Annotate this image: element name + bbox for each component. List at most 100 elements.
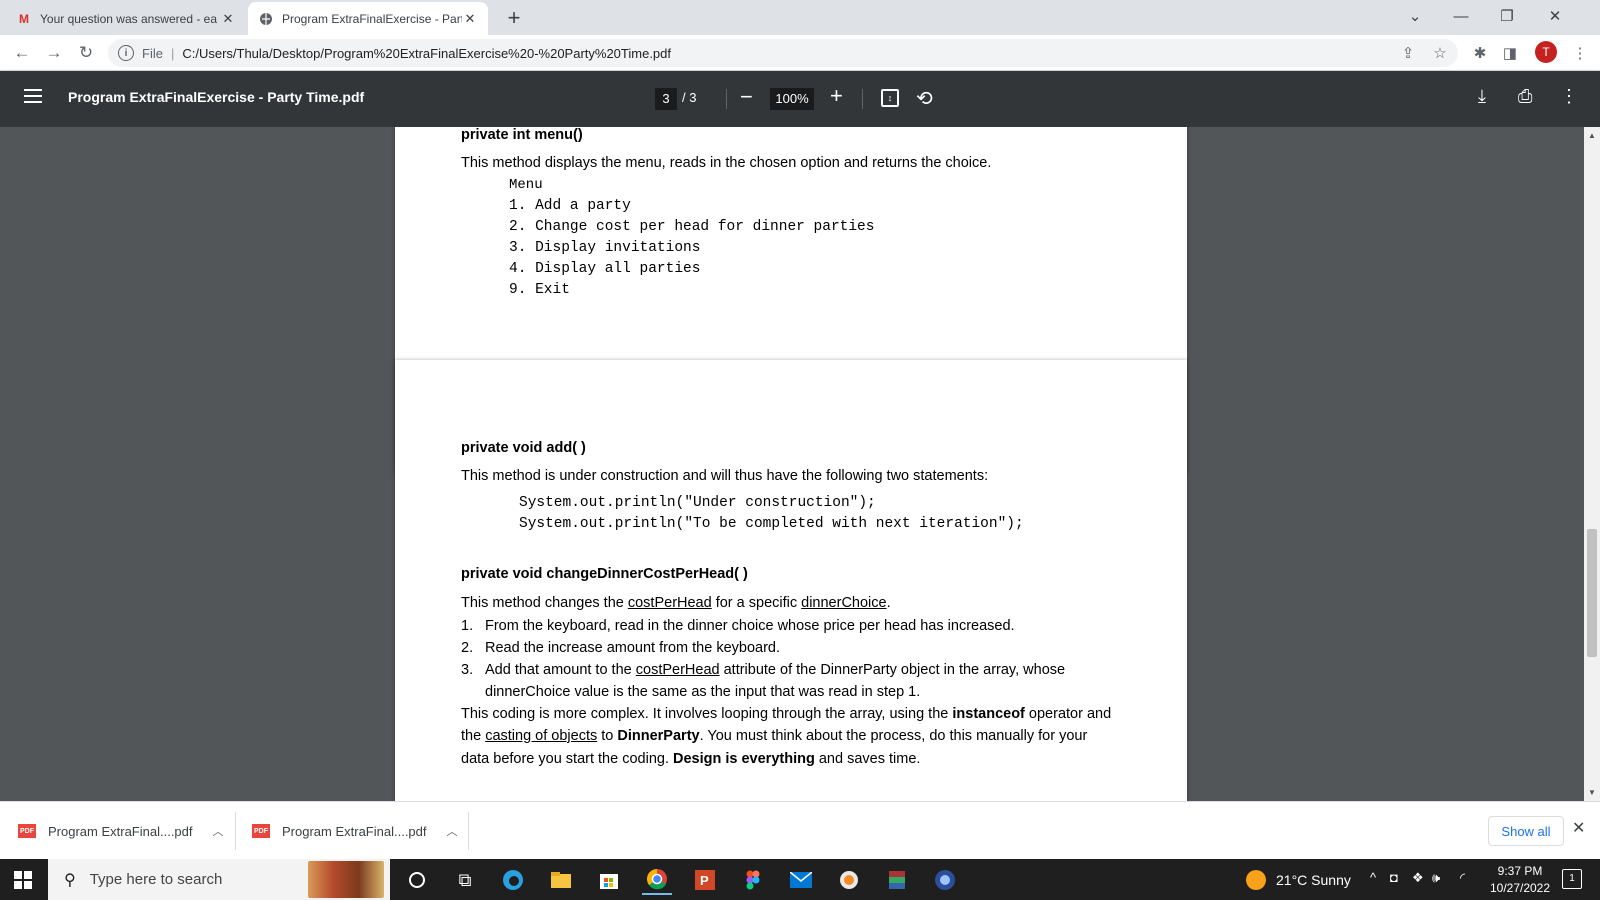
zoom-in-button[interactable]: + — [830, 83, 843, 109]
wifi-icon[interactable]: ◜ — [1460, 870, 1465, 886]
chevron-up-icon[interactable]: ︿ — [447, 823, 458, 839]
underlined-term: casting of objects — [485, 728, 598, 744]
download-item[interactable]: PDF Program ExtraFinal....pdf ︿ — [18, 814, 224, 848]
code-line: System.out.println("To be completed with… — [519, 516, 1024, 532]
taskbar: ⚲ Type here to search ⧉ P 21°C Sunny ^ ◘… — [0, 859, 1600, 900]
volume-icon[interactable]: 🕪 — [1432, 870, 1440, 886]
divider — [862, 89, 863, 109]
figma-icon[interactable] — [738, 865, 768, 895]
paragraph: the casting of objects to DinnerParty. Y… — [461, 728, 1088, 744]
gmail-icon: M — [19, 11, 29, 26]
paragraph: This method changes the costPerHead for … — [461, 595, 891, 611]
method-heading: private int menu() — [461, 127, 583, 143]
task-view-icon[interactable]: ⧉ — [450, 865, 480, 895]
share-icon[interactable]: ⇪ — [1398, 43, 1418, 63]
weather-text: 21°C Sunny — [1276, 872, 1351, 888]
divider — [468, 812, 469, 850]
chevron-up-icon[interactable]: ^ — [1370, 870, 1376, 885]
file-scheme-label: File — [142, 45, 163, 61]
underlined-term: dinnerChoice — [801, 595, 887, 611]
rotate-icon[interactable]: ⟲ — [916, 86, 933, 111]
zoom-level-input[interactable]: 100% — [770, 88, 814, 110]
close-tab-icon[interactable]: ✕ — [220, 11, 236, 27]
svg-text:P: P — [700, 873, 709, 888]
pdf-file-icon: PDF — [18, 824, 36, 838]
downloads-bar: PDF Program ExtraFinal....pdf ︿ PDF Prog… — [0, 801, 1600, 859]
close-tab-icon[interactable]: ✕ — [462, 11, 478, 27]
page-total: / 3 — [682, 90, 697, 105]
chevron-up-icon[interactable]: ︿ — [213, 823, 224, 839]
bookmark-star-icon[interactable]: ☆ — [1430, 43, 1450, 63]
back-icon[interactable]: ← — [10, 41, 34, 65]
list-item-continued: dinnerChoice value is the same as the in… — [485, 684, 921, 700]
divider — [235, 812, 236, 850]
print-icon[interactable]: ⎙ — [1518, 86, 1532, 107]
fit-page-icon[interactable]: ↕ — [881, 89, 899, 107]
list-item: From the keyboard, read in the dinner ch… — [485, 618, 1015, 634]
store-icon[interactable] — [594, 865, 624, 895]
info-icon[interactable]: i — [118, 45, 134, 61]
code-line: 9. Exit — [509, 282, 570, 298]
browser-menu-icon[interactable]: ⋮ — [1570, 43, 1590, 63]
extensions-icon[interactable]: ✱ — [1470, 43, 1490, 63]
hamburger-menu-icon[interactable] — [24, 89, 42, 103]
scroll-up-arrow-icon[interactable]: ▲ — [1588, 131, 1596, 140]
pdf-page: private void add( ) This method is under… — [395, 360, 1187, 801]
tab-title: Your question was answered - ea — [40, 11, 217, 26]
method-heading: private void add( ) — [461, 440, 586, 456]
paragraph: This coding is more complex. It involves… — [461, 706, 1112, 722]
close-window-button[interactable]: ✕ — [1532, 0, 1578, 32]
download-item[interactable]: PDF Program ExtraFinal....pdf ︿ — [252, 814, 458, 848]
close-downloads-icon[interactable]: ✕ — [1572, 818, 1585, 838]
taskbar-search[interactable]: ⚲ Type here to search — [48, 859, 390, 900]
address-bar[interactable]: i File | C:/Users/Thula/Desktop/Program%… — [108, 39, 1458, 67]
weather-widget[interactable]: 21°C Sunny — [1246, 870, 1351, 890]
app-icon[interactable] — [834, 865, 864, 895]
underlined-term: costPerHead — [635, 662, 720, 678]
system-clock[interactable]: 9:37 PM 10/27/2022 — [1484, 863, 1556, 897]
tab-gmail[interactable]: M Your question was answered - ea ✕ — [6, 2, 246, 35]
file-explorer-icon[interactable] — [546, 865, 576, 895]
page-number-input[interactable]: 3 — [655, 88, 677, 110]
clock-time: 9:37 PM — [1497, 864, 1543, 878]
method-heading: private void changeDinnerCostPerHead( ) — [461, 566, 748, 582]
chrome-icon[interactable] — [642, 865, 672, 895]
powerpoint-icon[interactable]: P — [690, 865, 720, 895]
vertical-scrollbar[interactable]: ▲ ▼ — [1584, 127, 1600, 801]
download-filename: Program ExtraFinal....pdf — [282, 823, 427, 839]
download-icon[interactable]: ⤓ — [1478, 86, 1486, 107]
tab-search-icon[interactable]: ⌄ — [1392, 0, 1438, 32]
url-text[interactable]: C:/Users/Thula/Desktop/Program%20ExtraFi… — [182, 46, 671, 61]
show-all-button[interactable]: Show all — [1488, 816, 1564, 846]
edge-icon[interactable] — [498, 865, 528, 895]
dropbox-icon[interactable]: ❖ — [1412, 870, 1424, 886]
pdf-toolbar: Program ExtraFinalExercise - Party Time.… — [0, 71, 1600, 127]
mail-icon[interactable] — [786, 865, 816, 895]
windows-start-icon[interactable] — [14, 871, 32, 889]
tab-pdf[interactable]: Program ExtraFinalExercise - Part ✕ — [248, 2, 488, 35]
reload-icon[interactable]: ↻ — [74, 41, 98, 65]
code-line: System.out.println("Under construction")… — [519, 495, 876, 511]
new-tab-button[interactable]: + — [500, 4, 528, 32]
side-panel-icon[interactable]: ◨ — [1500, 43, 1520, 63]
scroll-down-arrow-icon[interactable]: ▼ — [1588, 788, 1596, 797]
app-icon[interactable] — [930, 865, 960, 895]
tab-strip: M Your question was answered - ea ✕ Prog… — [0, 0, 1600, 35]
avatar[interactable]: T — [1535, 41, 1557, 63]
forward-icon[interactable]: → — [42, 41, 66, 65]
meet-now-icon[interactable]: ◘ — [1390, 870, 1398, 885]
clock-date: 10/27/2022 — [1489, 881, 1551, 895]
pdf-file-icon: PDF — [252, 824, 270, 838]
code-line: 2. Change cost per head for dinner parti… — [509, 219, 875, 235]
minimize-button[interactable]: — — [1438, 0, 1484, 32]
scrollbar-thumb[interactable] — [1587, 529, 1597, 657]
list-number: 3. — [461, 662, 474, 678]
restore-button[interactable]: ❐ — [1484, 0, 1530, 32]
zoom-out-button[interactable]: − — [740, 84, 753, 110]
list-number: 2. — [461, 640, 474, 656]
pdf-viewer[interactable]: private int menu() This method displays … — [0, 127, 1584, 801]
more-actions-icon[interactable]: ⋮ — [1560, 86, 1578, 107]
cortana-icon[interactable] — [402, 865, 432, 895]
notification-center-icon[interactable]: 1 — [1562, 869, 1582, 889]
winrar-icon[interactable] — [882, 865, 912, 895]
